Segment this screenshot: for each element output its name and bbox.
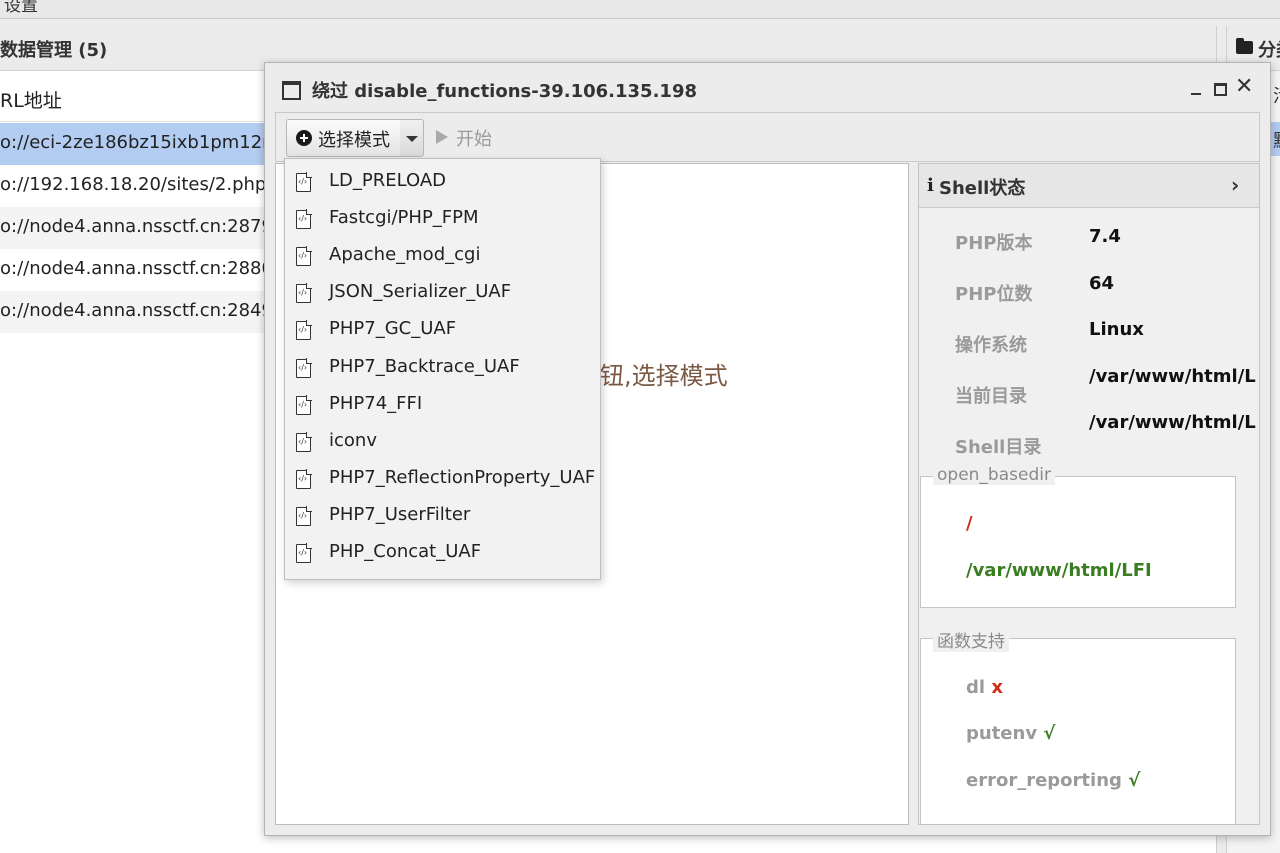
code-file-icon [296, 469, 312, 489]
dialog-toolbar: 选择模式 开始 [275, 112, 1260, 162]
code-file-icon [296, 172, 312, 192]
play-icon [436, 130, 448, 144]
mode-dropdown-menu: LD_PRELOAD Fastcgi/PHP_FPM Apache_mod_cg… [284, 158, 601, 580]
open-basedir-path: / [966, 513, 973, 534]
mode-option[interactable]: PHP_Concat_UAF [285, 535, 600, 572]
mode-option-label: Fastcgi/PHP_FPM [329, 207, 479, 228]
row-url: o://node4.anna.nssctf.cn:2880 [0, 258, 273, 279]
shell-dir-value: /var/www/html/L [1089, 412, 1256, 433]
mode-option[interactable]: Apache_mod_cgi [285, 238, 600, 275]
open-basedir-legend: open_basedir [933, 465, 1055, 485]
function-item: error_reporting √ [966, 770, 1140, 791]
select-mode-dropdown-arrow[interactable] [400, 119, 424, 157]
mode-option[interactable]: PHP7_Backtrace_UAF [285, 350, 600, 387]
mode-option[interactable]: PHP7_ReflectionProperty_UAF [285, 461, 600, 498]
dialog-titlebar[interactable]: 绕过 disable_functions-39.106.135.198 ✕ [265, 63, 1270, 113]
function-support-legend: 函数支持 [933, 627, 1009, 652]
code-file-icon [296, 543, 312, 563]
supported-mark: √ [1043, 723, 1056, 744]
os-label: 操作系统 [955, 335, 1027, 356]
dialog-title-target: disable_functions-39.106.135.198 [348, 81, 697, 102]
open-basedir-path: /var/www/html/LFI [966, 560, 1152, 581]
php-bits-label: PHP位数 [955, 284, 1033, 305]
dialog-title: 绕过 disable_functions-39.106.135.198 [312, 77, 697, 103]
mode-option-label: PHP_Concat_UAF [329, 541, 482, 562]
menubar-label[interactable]: 设置 [4, 0, 38, 16]
minimize-button[interactable] [1191, 93, 1201, 95]
row-url: o://node4.anna.nssctf.cn:2849 [0, 300, 273, 321]
shell-dir-label: Shell目录 [955, 437, 1042, 458]
mode-option[interactable]: PHP7_GC_UAF [285, 312, 600, 349]
mode-option-label: Apache_mod_cgi [329, 244, 481, 265]
cwd-label: 当前目录 [955, 386, 1027, 407]
php-version-label: PHP版本 [955, 233, 1033, 254]
mode-option-label: LD_PRELOAD [329, 170, 447, 191]
php-bits-value: 64 [1089, 273, 1115, 294]
mode-option[interactable]: Fastcgi/PHP_FPM [285, 201, 600, 238]
category-title: 分类 [1258, 40, 1280, 61]
mode-option[interactable]: JSON_Serializer_UAF [285, 275, 600, 312]
window-icon [282, 81, 301, 100]
background-menubar: 设置 [0, 0, 1280, 19]
cwd-value: /var/www/html/L [1089, 366, 1256, 387]
function-item: dl x [966, 677, 1003, 698]
plus-circle-icon [296, 130, 312, 146]
mode-option-label: PHP7_GC_UAF [329, 318, 457, 339]
function-name: dl [966, 677, 986, 698]
mode-option-label: iconv [329, 430, 377, 451]
start-label: 开始 [456, 129, 492, 150]
shell-status-title: Shell状态 [939, 178, 1026, 199]
code-file-icon [296, 283, 312, 303]
select-mode-button[interactable]: 选择模式 [286, 119, 402, 157]
code-file-icon [296, 432, 312, 452]
row-url: o://node4.anna.nssctf.cn:2879 [0, 216, 273, 237]
shell-status-panel: i Shell状态 › PHP版本 7.4 PHP位数 64 操作系统 Linu… [918, 163, 1260, 825]
function-name: putenv [966, 723, 1038, 744]
os-value: Linux [1089, 319, 1144, 340]
data-management-title: 数据管理 (5) [0, 40, 108, 61]
supported-mark: √ [1128, 770, 1141, 791]
open-basedir-group: open_basedir / /var/www/html/LFI [920, 465, 1236, 608]
row-url: o://eci-2ze186bz15ixb1pm12n [0, 132, 274, 153]
mode-option-label: JSON_Serializer_UAF [329, 281, 512, 302]
mode-option-label: PHP7_Backtrace_UAF [329, 356, 520, 377]
mode-option-label: PHP7_UserFilter [329, 504, 471, 525]
function-item: putenv √ [966, 723, 1055, 744]
category-item[interactable]: 活 [1273, 82, 1280, 108]
function-name: error_reporting [966, 770, 1122, 791]
code-file-icon [296, 320, 312, 340]
output-hint: 钮,选择模式 [600, 362, 728, 390]
function-support-group: 函数支持 dl x putenv √ error_reporting √ [920, 627, 1236, 824]
select-mode-label: 选择模式 [318, 130, 390, 151]
chevron-right-icon[interactable]: › [1231, 173, 1239, 197]
mode-option[interactable]: PHP7_UserFilter [285, 498, 600, 535]
code-file-icon [296, 506, 312, 526]
code-file-icon [296, 209, 312, 229]
folder-icon [1236, 38, 1253, 54]
close-button[interactable]: ✕ [1235, 76, 1253, 98]
url-column-label: RL地址 [0, 90, 62, 112]
info-icon: i [927, 175, 934, 196]
mode-option[interactable]: PHP74_FFI [285, 387, 600, 424]
code-file-icon [296, 246, 312, 266]
category-item-label: 默 [1273, 127, 1280, 153]
unsupported-mark: x [991, 677, 1003, 698]
mode-option-label: PHP7_ReflectionProperty_UAF [329, 467, 596, 488]
maximize-button[interactable] [1214, 83, 1227, 96]
dialog-title-prefix: 绕过 [312, 81, 348, 102]
code-file-icon [296, 358, 312, 378]
code-file-icon [296, 395, 312, 415]
mode-option[interactable]: LD_PRELOAD [285, 164, 600, 201]
php-version-value: 7.4 [1089, 226, 1121, 247]
shell-status-header: i Shell状态 › [919, 164, 1259, 208]
mode-option[interactable]: iconv [285, 424, 600, 461]
mode-option-label: PHP74_FFI [329, 393, 423, 414]
row-url: o://192.168.18.20/sites/2.php [0, 174, 267, 195]
